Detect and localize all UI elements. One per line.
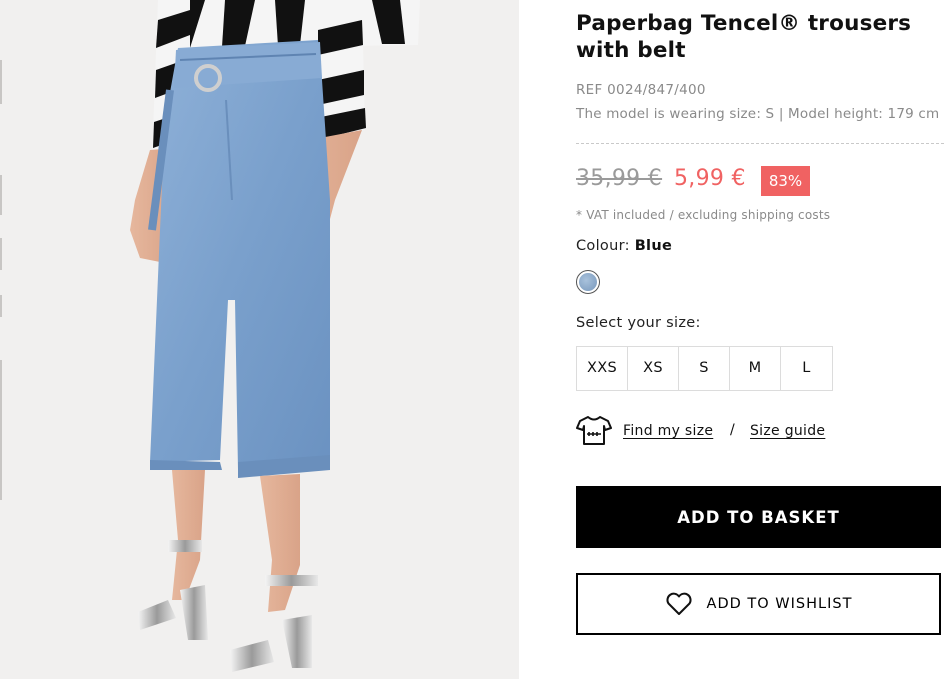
size-option-m[interactable]: M (730, 347, 781, 390)
left-leg (172, 470, 205, 600)
product-info-panel: Paperbag Tencel® trousers with belt REF … (576, 0, 951, 679)
product-image[interactable] (0, 0, 519, 679)
right-leg (260, 474, 300, 612)
add-to-basket-button[interactable]: ADD TO BASKET (576, 486, 941, 548)
product-title: Paperbag Tencel® trousers with belt (576, 10, 916, 64)
size-guide-link[interactable]: Size guide (750, 423, 825, 439)
product-title-line2: with belt (576, 38, 686, 63)
product-title-line1: Paperbag Tencel® trousers (576, 11, 912, 36)
size-option-xxs[interactable]: XXS (577, 347, 628, 390)
model-size-info: The model is wearing size: S | Model hei… (576, 106, 940, 122)
size-option-s[interactable]: S (679, 347, 730, 390)
trousers (148, 40, 330, 478)
size-label: Select your size: (576, 315, 701, 331)
colour-value: Blue (634, 238, 673, 254)
colour-row: Colour: Blue (576, 238, 672, 254)
find-my-size-link[interactable]: Find my size (623, 423, 713, 439)
colour-label: Colour: (576, 238, 630, 254)
colour-swatch-blue[interactable] (576, 270, 600, 294)
add-to-wishlist-button[interactable]: ADD TO WISHLIST (576, 573, 941, 635)
add-to-wishlist-label: ADD TO WISHLIST (706, 596, 853, 612)
original-price: 35,99 € (576, 166, 663, 191)
tshirt-ruler-icon (576, 416, 612, 445)
size-option-xs[interactable]: XS (628, 347, 679, 390)
vat-note: * VAT included / excluding shipping cost… (576, 208, 831, 222)
product-photo-illustration (130, 0, 420, 672)
add-to-basket-label: ADD TO BASKET (677, 507, 840, 527)
size-option-l[interactable]: L (781, 347, 832, 390)
size-selector: XXS XS S M L (576, 346, 833, 391)
fit-links: Find my size / Size guide (576, 414, 876, 448)
sale-price: 5,99 € (674, 166, 746, 191)
discount-badge: 83% (761, 166, 810, 196)
divider (576, 143, 944, 144)
swatch-fill (579, 273, 597, 291)
product-reference: REF 0024/847/400 (576, 82, 706, 98)
left-edge-markers (0, 0, 2, 679)
heart-icon (665, 592, 692, 615)
link-separator: / (730, 422, 735, 438)
